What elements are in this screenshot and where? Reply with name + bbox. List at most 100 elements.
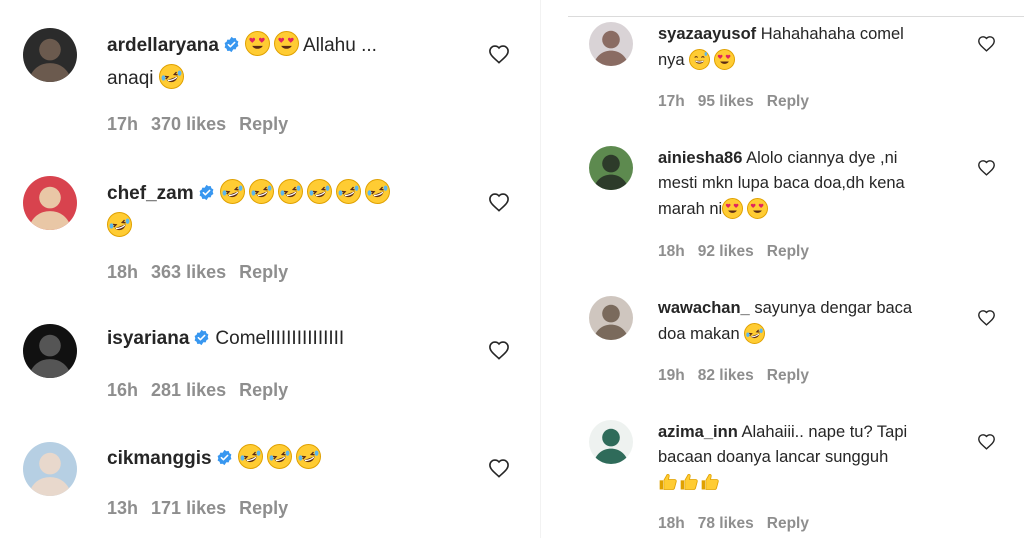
comment-body: syazaayusof Hahahahaha comel nya bbox=[658, 24, 963, 72]
heart-outline-icon[interactable] bbox=[488, 192, 510, 212]
heart-eyes-emoji bbox=[273, 31, 299, 56]
heart-outline-icon[interactable] bbox=[488, 44, 510, 64]
username-link[interactable]: azima_inn bbox=[658, 423, 738, 441]
heart-outline-icon[interactable] bbox=[977, 309, 996, 326]
heart-eyes-emoji bbox=[747, 197, 769, 219]
left-comments-panel: ardellaryana Allahu ... anaqi 17h 370 likes… bbox=[0, 0, 540, 538]
comment-text: bacaan doanya lancar sungguh bbox=[658, 447, 889, 466]
heart-eyes-emoji bbox=[722, 197, 744, 219]
laughing-tears-emoji bbox=[237, 444, 263, 469]
comment-meta: 19h 82 likes Reply bbox=[658, 367, 822, 385]
comment-meta: 17h 370 likes Reply bbox=[107, 114, 301, 135]
like-count[interactable]: 92 likes bbox=[698, 243, 754, 260]
username-link[interactable]: syazaayusof bbox=[658, 25, 756, 43]
username-link[interactable]: isyariana bbox=[107, 328, 189, 349]
comment-text: Allahu ... bbox=[302, 35, 377, 56]
heart-outline-icon[interactable] bbox=[977, 159, 996, 176]
reply-button[interactable]: Reply bbox=[767, 243, 809, 260]
comment-body: wawachan_ sayunya dengar baca doa makan bbox=[658, 298, 963, 346]
laughing-tears-emoji bbox=[277, 179, 303, 204]
avatar[interactable] bbox=[23, 28, 77, 82]
thumbs-up-emoji bbox=[679, 472, 699, 492]
timestamp: 16h bbox=[107, 380, 139, 400]
timestamp: 18h bbox=[107, 262, 139, 282]
thumbs-up-emoji bbox=[700, 472, 720, 492]
comment-meta: 18h 92 likes Reply bbox=[658, 243, 822, 261]
verified-badge-icon bbox=[223, 36, 240, 53]
laughing-tears-emoji bbox=[158, 64, 184, 90]
grin-sweat-emoji bbox=[689, 48, 711, 70]
comment-text: Hahahahaha comel bbox=[760, 25, 904, 43]
laughing-tears-emoji bbox=[744, 322, 766, 344]
timestamp: 13h bbox=[107, 498, 139, 518]
username-link[interactable]: ardellaryana bbox=[107, 35, 219, 56]
comment-line: bacaan doanya lancar sungguh bbox=[658, 447, 963, 469]
avatar[interactable] bbox=[23, 324, 77, 378]
reply-button[interactable]: Reply bbox=[239, 114, 288, 134]
comment-body: ainiesha86 Alolo ciannya dye ,ni mesti mk… bbox=[658, 148, 963, 220]
avatar[interactable] bbox=[589, 146, 633, 190]
comment-line bbox=[107, 212, 487, 239]
like-count[interactable]: 95 likes bbox=[698, 93, 754, 110]
comment-text: marah ni bbox=[658, 199, 723, 218]
comment-body: isyariana ComelIIIIIIIIIIIIII bbox=[107, 326, 487, 351]
verified-badge-icon bbox=[216, 449, 233, 466]
heart-outline-icon[interactable] bbox=[488, 340, 510, 360]
reply-button[interactable]: Reply bbox=[239, 380, 288, 400]
comment-line: anaqi bbox=[107, 64, 487, 91]
comment-body: cikmanggis bbox=[107, 444, 487, 471]
verified-badge-icon bbox=[193, 329, 210, 346]
comment-line: chef_zam bbox=[107, 179, 487, 206]
reply-button[interactable]: Reply bbox=[767, 515, 809, 532]
username-link[interactable]: chef_zam bbox=[107, 183, 194, 204]
heart-eyes-emoji bbox=[244, 31, 270, 56]
comment-meta: 17h 95 likes Reply bbox=[658, 93, 822, 111]
comment-line: mesti mkn lupa baca doa,dh kena bbox=[658, 173, 963, 195]
comment-line: ainiesha86 Alolo ciannya dye ,ni bbox=[658, 148, 963, 170]
username-link[interactable]: cikmanggis bbox=[107, 448, 212, 469]
avatar[interactable] bbox=[589, 22, 633, 66]
timestamp: 18h bbox=[658, 515, 685, 532]
comment-meta: 18h 78 likes Reply bbox=[658, 515, 822, 533]
laughing-tears-emoji bbox=[364, 179, 390, 204]
comment-line: marah ni bbox=[658, 197, 963, 221]
like-count[interactable]: 281 likes bbox=[151, 380, 226, 400]
laughing-tears-emoji bbox=[107, 212, 132, 238]
reply-button[interactable]: Reply bbox=[767, 367, 809, 384]
timestamp: 19h bbox=[658, 367, 685, 384]
panel-gap bbox=[540, 0, 541, 538]
reply-button[interactable]: Reply bbox=[767, 93, 809, 110]
laughing-tears-emoji bbox=[219, 179, 245, 204]
heart-outline-icon[interactable] bbox=[977, 433, 996, 450]
reply-button[interactable]: Reply bbox=[239, 498, 288, 518]
like-count[interactable]: 171 likes bbox=[151, 498, 226, 518]
avatar[interactable] bbox=[23, 176, 77, 230]
username-link[interactable]: ainiesha86 bbox=[658, 149, 742, 167]
comment-meta: 13h 171 likes Reply bbox=[107, 498, 301, 519]
comment-line bbox=[658, 472, 963, 495]
thumbs-up-emoji bbox=[658, 472, 678, 492]
like-count[interactable]: 370 likes bbox=[151, 114, 226, 134]
timestamp: 17h bbox=[658, 93, 685, 110]
like-count[interactable]: 78 likes bbox=[698, 515, 754, 532]
comment-line: isyariana ComelIIIIIIIIIIIIII bbox=[107, 326, 487, 351]
comment-text: mesti mkn lupa baca doa,dh kena bbox=[658, 173, 905, 192]
comment-line: ardellaryana Allahu ... bbox=[107, 31, 487, 58]
like-count[interactable]: 82 likes bbox=[698, 367, 754, 384]
comment-line: wawachan_ sayunya dengar baca bbox=[658, 298, 963, 320]
laughing-tears-emoji bbox=[266, 444, 292, 469]
comment-line: nya bbox=[658, 48, 963, 72]
heart-outline-icon[interactable] bbox=[977, 35, 996, 52]
avatar[interactable] bbox=[23, 442, 77, 496]
heart-eyes-emoji bbox=[714, 48, 736, 70]
comment-line: doa makan bbox=[658, 322, 963, 346]
avatar[interactable] bbox=[589, 420, 633, 464]
avatar[interactable] bbox=[589, 296, 633, 340]
reply-button[interactable]: Reply bbox=[239, 262, 288, 282]
like-count[interactable]: 363 likes bbox=[151, 262, 226, 282]
comment-meta: 18h 363 likes Reply bbox=[107, 262, 301, 283]
heart-outline-icon[interactable] bbox=[488, 458, 510, 478]
comment-meta: 16h 281 likes Reply bbox=[107, 380, 301, 401]
verified-badge-icon bbox=[198, 184, 215, 201]
username-link[interactable]: wawachan_ bbox=[658, 299, 750, 317]
